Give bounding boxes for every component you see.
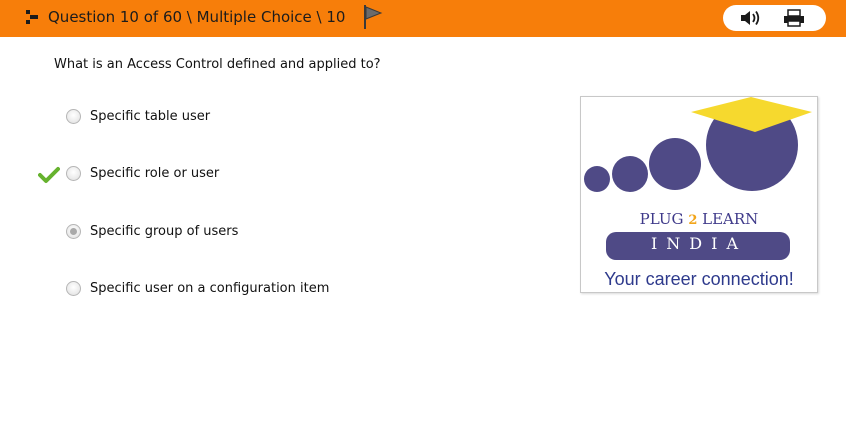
radio-button[interactable] (66, 166, 81, 181)
logo-tagline: Your career connection! (604, 269, 794, 289)
drag-handle-icon[interactable] (26, 10, 38, 24)
checkmark-icon (38, 167, 60, 183)
question-text: What is an Access Control defined and ap… (54, 57, 381, 72)
choice-label[interactable]: Specific role or user (90, 165, 219, 183)
choice-label[interactable]: Specific table user (90, 108, 210, 126)
printer-icon[interactable] (781, 8, 807, 28)
radio-button[interactable] (66, 109, 81, 124)
radio-button-selected[interactable] (66, 224, 81, 239)
choice-label[interactable]: Specific group of users (90, 223, 238, 241)
logo-country-text: INDIA (650, 234, 748, 253)
logo-brand-text: PLUG 2 LEARN (639, 210, 759, 228)
choice-label[interactable]: Specific user on a configuration item (90, 280, 329, 298)
header-bar: Question 10 of 60 \ Multiple Choice \ 10 (0, 0, 846, 37)
plug2learn-logo: PLUG 2 LEARN INDIA Your career connectio… (580, 96, 818, 293)
question-counter: Question 10 of 60 \ Multiple Choice \ 10 (48, 8, 346, 26)
flag-icon[interactable] (361, 3, 383, 31)
media-controls (723, 5, 826, 31)
speaker-icon[interactable] (738, 8, 764, 28)
logo-graphic (584, 97, 812, 260)
radio-button[interactable] (66, 281, 81, 296)
